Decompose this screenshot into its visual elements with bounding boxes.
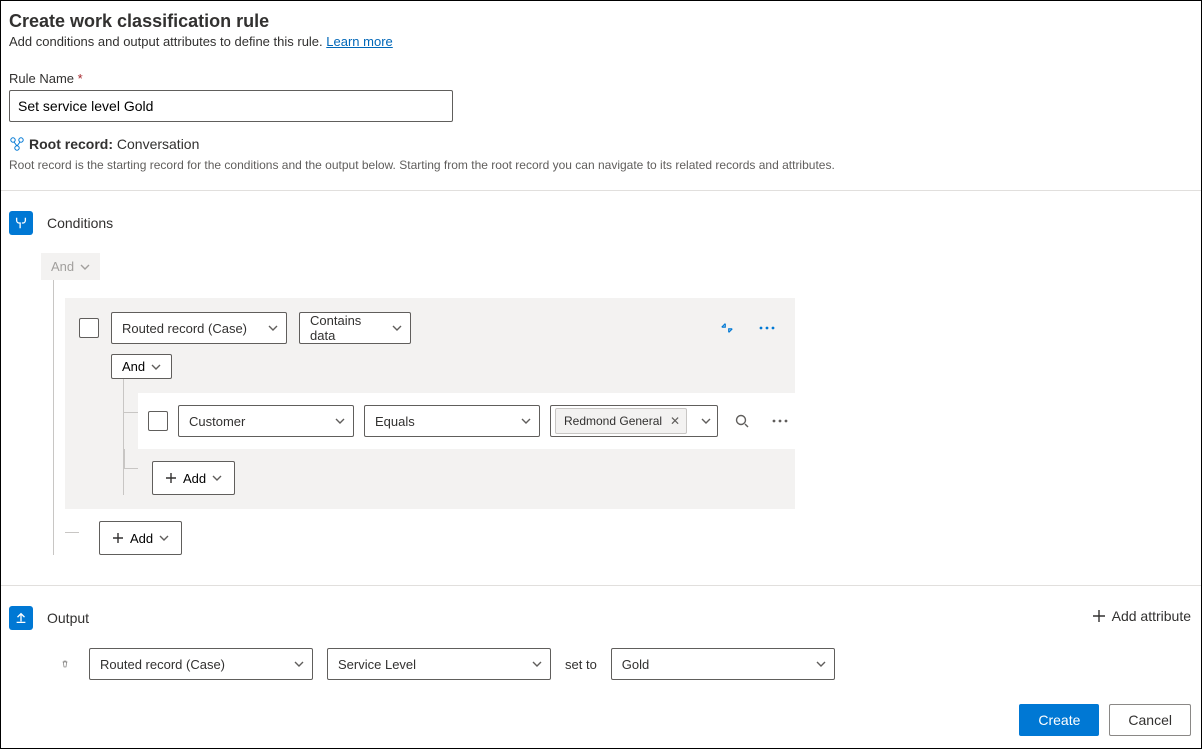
rule-name-input[interactable] <box>9 90 453 122</box>
inner-condition-row: Customer Equals Redmond General <box>138 393 804 449</box>
output-title: Output <box>47 610 89 626</box>
plus-icon <box>165 472 177 484</box>
chevron-down-icon <box>335 416 345 426</box>
hierarchy-icon <box>9 136 25 152</box>
chevron-down-icon <box>532 659 542 669</box>
rule-name-label: Rule Name * <box>9 71 1193 86</box>
add-outer-button[interactable]: Add <box>99 521 182 555</box>
group-checkbox[interactable] <box>79 318 99 338</box>
sub-and-dropdown[interactable]: And <box>111 354 172 379</box>
remove-chip-icon[interactable]: ✕ <box>670 414 680 428</box>
conditions-badge <box>9 211 33 235</box>
output-value-select[interactable]: Gold <box>611 648 835 680</box>
chevron-down-icon <box>521 416 531 426</box>
root-record-label: Root record: <box>29 136 113 152</box>
create-button[interactable]: Create <box>1019 704 1099 736</box>
root-record-value: Conversation <box>117 136 200 152</box>
chevron-down-icon <box>80 262 90 272</box>
condition-group: Routed record (Case) Contains data <box>65 298 795 509</box>
inner-operator-select[interactable]: Equals <box>364 405 540 437</box>
page-subtitle: Add conditions and output attributes to … <box>9 34 1193 49</box>
search-icon[interactable] <box>728 407 756 435</box>
inner-value-select[interactable]: Redmond General ✕ <box>550 405 718 437</box>
chevron-down-icon <box>294 659 304 669</box>
conditions-title: Conditions <box>47 215 113 231</box>
plus-icon <box>1092 609 1106 623</box>
plus-icon <box>112 532 124 544</box>
inner-field-select[interactable]: Customer <box>178 405 354 437</box>
more-icon[interactable] <box>766 407 794 435</box>
collapse-icon[interactable] <box>713 314 741 342</box>
group-operator-select[interactable]: Contains data <box>299 312 411 344</box>
output-entity-select[interactable]: Routed record (Case) <box>89 648 313 680</box>
chevron-down-icon <box>151 362 161 372</box>
output-attribute-select[interactable]: Service Level <box>327 648 551 680</box>
chevron-down-icon <box>816 659 826 669</box>
page-title: Create work classification rule <box>9 11 1193 32</box>
chevron-down-icon <box>159 533 169 543</box>
add-attribute-button[interactable]: Add attribute <box>1092 608 1191 624</box>
add-inner-button[interactable]: Add <box>152 461 235 495</box>
root-record-help: Root record is the starting record for t… <box>1 158 1201 190</box>
value-chip: Redmond General ✕ <box>555 408 687 434</box>
output-badge <box>9 606 33 630</box>
chevron-down-icon <box>268 323 278 333</box>
chevron-down-icon <box>212 473 222 483</box>
more-icon[interactable] <box>753 314 781 342</box>
chevron-down-icon <box>392 323 402 333</box>
group-field-select[interactable]: Routed record (Case) <box>111 312 287 344</box>
inner-checkbox[interactable] <box>148 411 168 431</box>
chevron-down-icon <box>701 416 711 426</box>
cancel-button[interactable]: Cancel <box>1109 704 1191 736</box>
delete-icon[interactable] <box>55 650 75 678</box>
learn-more-link[interactable]: Learn more <box>326 34 392 49</box>
root-and-dropdown[interactable]: And <box>41 253 100 280</box>
set-to-label: set to <box>565 657 597 672</box>
